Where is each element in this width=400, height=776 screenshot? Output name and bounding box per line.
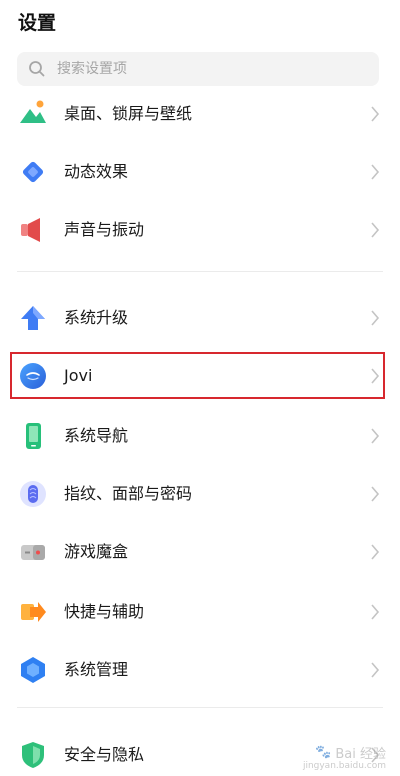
settings-item-dynamic-effects[interactable]: 动态效果 (0, 148, 400, 196)
game-box-icon (17, 536, 49, 568)
chevron-right-icon (371, 222, 380, 238)
dynamic-effect-icon (17, 156, 49, 188)
settings-item-label: 游戏魔盒 (64, 542, 129, 561)
chevron-right-icon (371, 428, 380, 444)
settings-item-system-upgrade[interactable]: 系统升级 (0, 294, 400, 342)
settings-item-label: 指纹、面部与密码 (64, 484, 193, 503)
baidu-jingyan-watermark: 🐾 Bai 经验 jingyan.baidu.com (303, 743, 386, 771)
highlight-box (10, 352, 385, 399)
watermark-text: Bai 经验 (335, 747, 386, 762)
settings-item-label: 声音与振动 (64, 220, 145, 239)
fingerprint-icon (17, 478, 49, 510)
settings-item-label: 系统导航 (64, 426, 129, 445)
search-bar[interactable] (17, 52, 379, 86)
settings-item-label: 系统管理 (64, 660, 129, 679)
speaker-icon (17, 214, 49, 246)
settings-item-label: 系统升级 (64, 308, 129, 327)
settings-screen: 设置 桌面、锁屏与壁纸 动态效果 (0, 0, 400, 776)
shortcut-arrow-icon (17, 596, 49, 628)
chevron-right-icon (371, 604, 380, 620)
settings-item-label: 快捷与辅助 (64, 602, 145, 621)
chevron-right-icon (371, 486, 380, 502)
settings-item-wallpaper[interactable]: 桌面、锁屏与壁纸 (0, 90, 400, 138)
settings-item-sound[interactable]: 声音与振动 (0, 206, 400, 254)
chevron-right-icon (371, 544, 380, 560)
navigation-phone-icon (17, 420, 49, 452)
chevron-right-icon (371, 662, 380, 678)
settings-item-label: 桌面、锁屏与壁纸 (64, 104, 193, 123)
chevron-right-icon (371, 164, 380, 180)
search-input[interactable] (55, 60, 359, 78)
settings-item-system-management[interactable]: 系统管理 (0, 646, 400, 694)
watermark-subtext: jingyan.baidu.com (302, 761, 386, 771)
settings-item-system-navigation[interactable]: 系统导航 (0, 412, 400, 460)
settings-item-shortcuts[interactable]: 快捷与辅助 (0, 588, 400, 636)
settings-item-game-box[interactable]: 游戏魔盒 (0, 528, 400, 576)
search-icon (29, 61, 45, 77)
settings-item-fingerprint[interactable]: 指纹、面部与密码 (0, 470, 400, 518)
paw-logo-icon: 🐾 (315, 745, 332, 760)
wallpaper-icon (17, 96, 49, 128)
settings-item-label: 安全与隐私 (64, 745, 145, 764)
security-shield-icon (17, 739, 49, 771)
settings-item-label: 动态效果 (64, 162, 129, 181)
page-title: 设置 (18, 12, 57, 34)
chevron-right-icon (371, 310, 380, 326)
upgrade-arrow-icon (17, 302, 49, 334)
system-management-hexagon-icon (17, 654, 49, 686)
section-divider (17, 707, 383, 708)
chevron-right-icon (371, 106, 380, 122)
section-divider (17, 271, 383, 272)
